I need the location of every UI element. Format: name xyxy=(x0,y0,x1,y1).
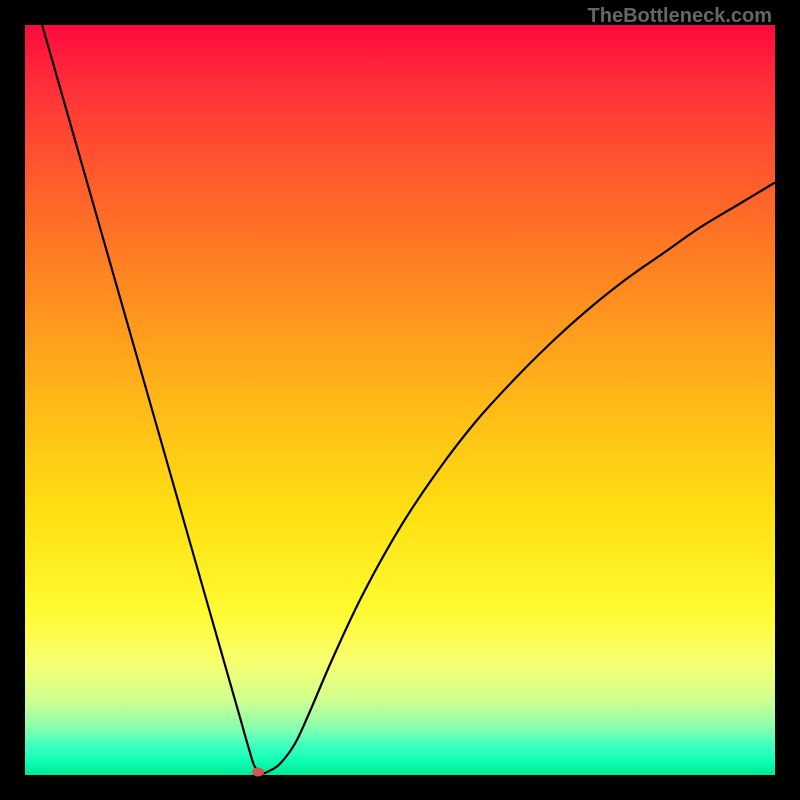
optimal-point-marker xyxy=(252,768,264,777)
bottleneck-curve-svg xyxy=(25,25,775,775)
bottleneck-curve-path xyxy=(25,25,775,774)
watermark-text: TheBottleneck.com xyxy=(588,5,772,28)
chart-container: TheBottleneck.com xyxy=(0,0,800,800)
